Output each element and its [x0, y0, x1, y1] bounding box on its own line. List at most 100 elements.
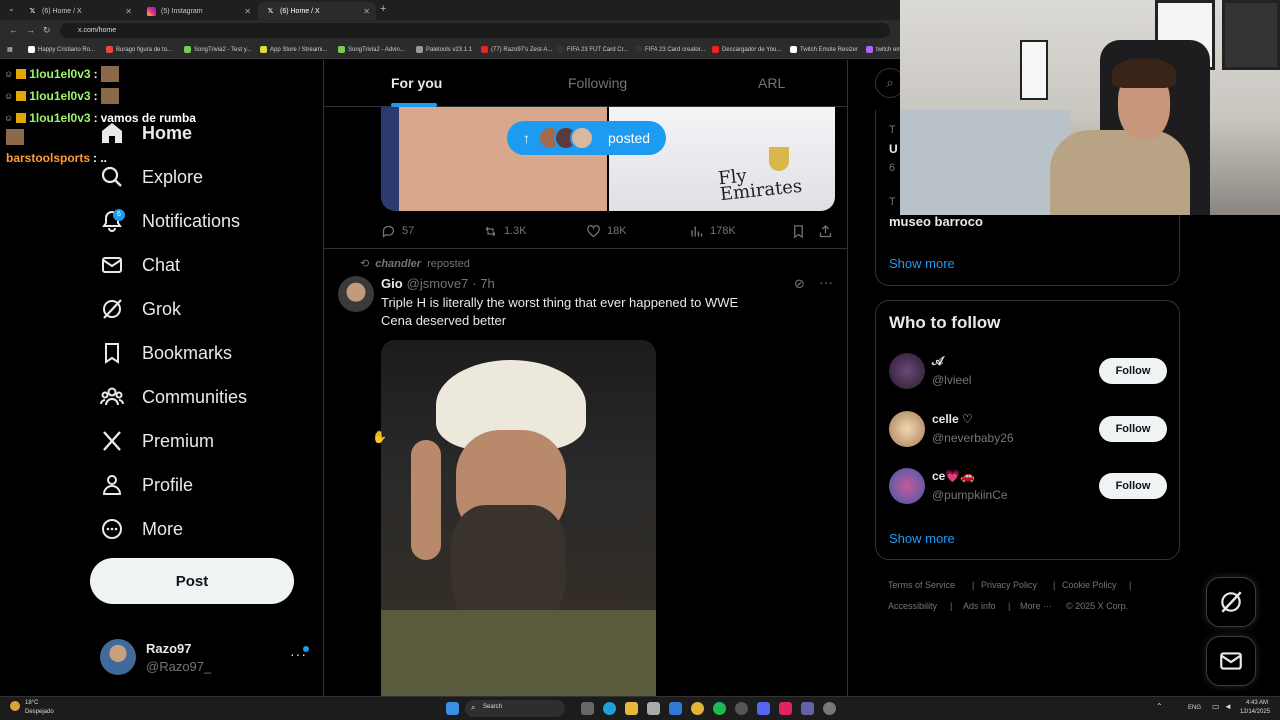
bookmark-button[interactable] [791, 223, 806, 239]
account-handle: @Razo97_ [146, 659, 212, 674]
ads-info-link[interactable]: Ads info [963, 601, 996, 611]
browser-tab-1[interactable]: 𝕏 (6) Home / X ✕ [20, 2, 138, 20]
tweet-time[interactable]: · 7h [472, 276, 494, 291]
language-indicator[interactable]: ENG [1188, 705, 1201, 711]
sidebar-item-communities[interactable]: Communities [100, 382, 247, 412]
bookmark-5[interactable]: SongTrivia2 - Advin... [338, 46, 405, 53]
sidebar-item-premium[interactable]: Premium [100, 426, 214, 456]
sidebar-item-grok[interactable]: Grok [100, 294, 181, 324]
tab-for-you[interactable]: For you [391, 75, 442, 91]
sidebar-item-profile[interactable]: Profile [100, 470, 193, 500]
spotify-icon[interactable] [713, 702, 726, 715]
bookmark-2[interactable]: Burago figura de to... [106, 46, 172, 53]
close-icon[interactable]: ✕ [244, 7, 251, 16]
sidebar-item-explore[interactable]: Explore [100, 162, 203, 192]
teams-icon[interactable] [801, 702, 814, 715]
music-icon[interactable] [779, 702, 792, 715]
browser-tab-2[interactable]: (5) Instagram ✕ [139, 2, 257, 20]
tab-arl[interactable]: ARL [758, 75, 785, 91]
task-view-icon[interactable] [581, 702, 594, 715]
trend-partial: U [889, 142, 898, 156]
close-icon[interactable]: ✕ [363, 7, 370, 16]
edge-icon[interactable] [603, 702, 616, 715]
discord-icon[interactable] [757, 702, 770, 715]
reply-button[interactable]: 57 [381, 223, 414, 239]
cookie-link[interactable]: Cookie Policy [1062, 580, 1117, 590]
bookmark-12[interactable]: twitch em [866, 46, 901, 53]
close-icon[interactable]: ✕ [125, 7, 132, 16]
new-tab-button[interactable]: + [380, 3, 386, 15]
follow-button[interactable]: Follow [1099, 416, 1167, 442]
trend-partial: T [889, 196, 896, 208]
repost-button[interactable]: 1.3K [483, 223, 527, 239]
sidebar-item-notifications[interactable]: 6 Notifications [100, 206, 240, 236]
network-icon[interactable]: ▭ [1212, 702, 1220, 711]
account-switcher[interactable]: Razo97 @Razo97_ ··· [100, 639, 310, 679]
bookmark-1[interactable]: Happy Cristiano Ro... [28, 46, 95, 53]
store-icon[interactable] [647, 702, 660, 715]
settings-icon[interactable] [823, 702, 836, 715]
like-button[interactable]: 18K [586, 223, 627, 239]
clock-time[interactable]: 4:43 AM [1246, 700, 1268, 706]
bookmark-4[interactable]: App Store / Streami... [260, 46, 327, 53]
follow-button[interactable]: Follow [1099, 473, 1167, 499]
volume-icon[interactable]: ◄ [1224, 702, 1232, 711]
post-button[interactable]: Post [90, 558, 294, 604]
timeline-tabs: For you Following ARL [324, 60, 847, 107]
weather-desc: Despejado [25, 709, 54, 715]
avatar[interactable] [338, 276, 374, 312]
taskbar-search[interactable]: ⌕ Search [465, 700, 565, 717]
sidebar-item-bookmarks[interactable]: Bookmarks [100, 338, 232, 368]
tab-list-icon[interactable]: ⌄ [8, 4, 15, 13]
bookmark-8[interactable]: FIFA 23 FUT Card Cr... [557, 46, 628, 53]
follow-button[interactable]: Follow [1099, 358, 1167, 384]
share-button[interactable] [818, 223, 833, 239]
follow-suggestion[interactable]: 𝒜 @lvieel Follow [876, 351, 1181, 395]
bookmark-icon [794, 224, 803, 238]
new-posts-pill[interactable]: ↑ posted [507, 121, 666, 155]
bookmark-9[interactable]: FIFA 23 Card creator... [635, 46, 705, 53]
url-input[interactable]: x.com/home [60, 23, 890, 38]
more-link[interactable]: More ··· [1020, 601, 1052, 611]
grok-fab-button[interactable] [1206, 577, 1256, 627]
emote-icon [6, 129, 24, 145]
show-more-link[interactable]: Show more [889, 531, 955, 546]
grok-icon[interactable]: ⊘ [794, 276, 805, 292]
follow-suggestion[interactable]: ce💗🚗 @pumpkiinCe Follow [876, 466, 1181, 510]
bookmarks-bar: ▦ Happy Cristiano Ro... Burago figura de… [0, 41, 901, 59]
browser-tab-3[interactable]: 𝕏 (6) Home / X ✕ [258, 2, 376, 20]
sidebar-item-chat[interactable]: Chat [100, 250, 180, 280]
bookmark-7[interactable]: (77) Razo97's Zest-A... [481, 46, 553, 53]
views-button[interactable]: 178K [689, 223, 736, 239]
mail-app-icon[interactable] [669, 702, 682, 715]
tweet-photo[interactable] [381, 340, 656, 696]
bookmark-3[interactable]: SongTrivia2 - Test y... [184, 46, 251, 53]
file-explorer-icon[interactable] [625, 702, 638, 715]
suggestion-handle: @neverbaby26 [932, 431, 1014, 445]
chrome-icon[interactable] [691, 702, 704, 715]
repost-user[interactable]: chandler [375, 258, 421, 270]
privacy-link[interactable]: Privacy Policy [981, 580, 1037, 590]
follow-suggestion[interactable]: celle ♡ @neverbaby26 Follow [876, 409, 1181, 453]
tray-chevron-icon[interactable]: ⌃ [1156, 702, 1163, 711]
tweet-handle[interactable]: @jsmove7 [407, 276, 469, 291]
sidebar-item-more[interactable]: More [100, 514, 183, 544]
clock-date[interactable]: 12/14/2025 [1240, 709, 1270, 715]
reload-icon[interactable]: ↻ [43, 25, 51, 36]
forward-icon[interactable]: → [26, 25, 35, 35]
bookmark-10[interactable]: Descargador de You... [712, 46, 781, 53]
windows-start-icon[interactable] [446, 702, 459, 715]
terms-link[interactable]: Terms of Service [888, 580, 955, 590]
bookmark-6[interactable]: Paletools v23.1.1 [416, 46, 472, 53]
messages-fab-button[interactable] [1206, 636, 1256, 686]
tweet-author[interactable]: Gio [381, 276, 403, 291]
show-more-link[interactable]: Show more [889, 256, 955, 271]
app-icon[interactable] [735, 702, 748, 715]
accessibility-link[interactable]: Accessibility [888, 601, 937, 611]
bookmark-11[interactable]: Twitch Emote Resizer [790, 46, 858, 53]
more-icon[interactable]: ··· [819, 274, 833, 290]
apps-icon[interactable]: ▦ [7, 46, 13, 53]
trend-title[interactable]: museo barroco [889, 214, 983, 229]
back-icon[interactable]: ← [9, 25, 18, 35]
tab-following[interactable]: Following [568, 75, 627, 91]
